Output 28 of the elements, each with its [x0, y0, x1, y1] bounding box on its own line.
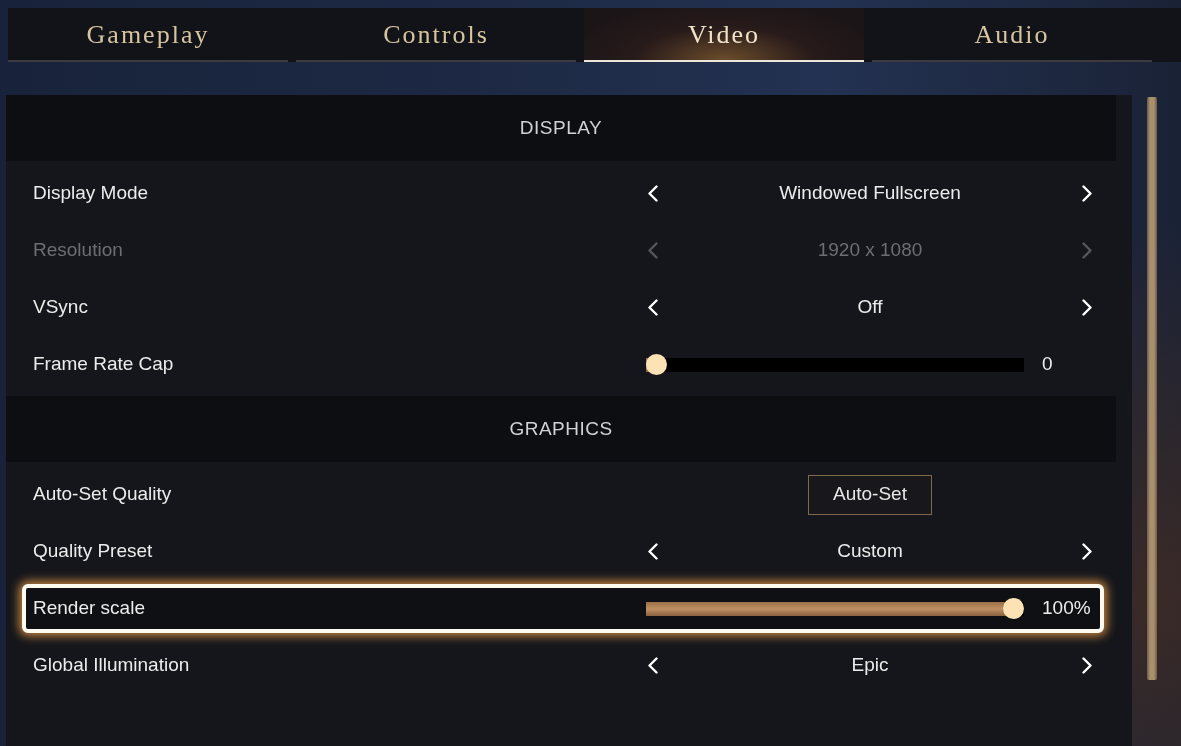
- slider-thumb[interactable]: [646, 354, 667, 375]
- setting-label: Quality Preset: [32, 539, 154, 564]
- setting-label: Frame Rate Cap: [32, 352, 175, 377]
- slider-value: 0: [1042, 352, 1053, 377]
- setting-label: VSync: [32, 295, 89, 320]
- selected-setting-row[interactable]: Render scale 100%: [22, 584, 1104, 633]
- section-header: DISPLAY: [6, 95, 1116, 161]
- slider-track[interactable]: [646, 598, 1024, 619]
- slider-track[interactable]: [646, 354, 1024, 375]
- setting-value: 1920 x 1080: [816, 238, 924, 263]
- section-header: GRAPHICS: [6, 396, 1116, 462]
- setting-value: Windowed Fullscreen: [778, 181, 962, 206]
- setting-label: Auto-Set Quality: [32, 482, 173, 507]
- tab[interactable]: Gameplay: [8, 8, 288, 62]
- setting-label: Resolution: [32, 238, 124, 263]
- scrollbar-thumb[interactable]: [1147, 97, 1157, 680]
- tab[interactable]: Video: [584, 8, 864, 62]
- auto-set-button[interactable]: Auto-Set: [808, 474, 932, 515]
- slider-thumb[interactable]: [1003, 598, 1024, 619]
- setting-label: Display Mode: [32, 181, 150, 206]
- slider-value: 100%: [1042, 596, 1091, 621]
- setting-value: Off: [856, 295, 884, 320]
- setting-label: Render scale: [32, 596, 146, 621]
- setting-label: Global Illumination: [32, 653, 191, 678]
- tab[interactable]: Controls: [296, 8, 576, 62]
- setting-value: Custom: [836, 539, 904, 564]
- setting-value: Epic: [850, 653, 890, 678]
- tab[interactable]: Audio: [872, 8, 1152, 62]
